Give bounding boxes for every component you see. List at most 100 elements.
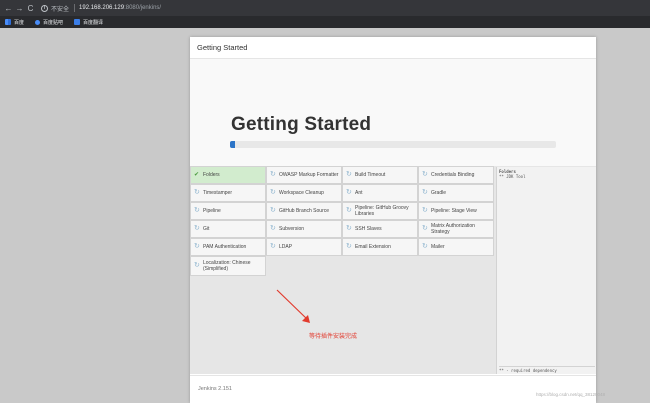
plugin-item: ↻ Pipeline: GitHub Groovy Libraries	[342, 202, 418, 220]
plugin-install-area: ✔ Folders ↻ OWASP Markup Formatter ↻ Build Ti…	[190, 166, 596, 374]
plugin-item: ↻ Localization: Chinese (Simplified)	[190, 256, 266, 276]
plugin-name: SSH Slaves	[355, 226, 382, 232]
page-title: Getting Started	[231, 114, 372, 135]
plugin-name: Subversion	[279, 226, 305, 232]
install-log-pane[interactable]: Folders ** JDK Tool ** - required depend…	[496, 167, 596, 374]
apps-grid-icon	[5, 19, 11, 25]
checkmark-icon: ✔	[194, 172, 200, 178]
plugin-item: ✔ Folders	[190, 166, 266, 184]
bookmark-label: 百度翻译	[83, 19, 104, 26]
info-icon: i	[41, 4, 48, 12]
install-progress-fill	[230, 141, 235, 148]
url-host: 192.168.206.129	[79, 5, 125, 11]
log-legend: ** - required dependency	[499, 366, 595, 373]
plugin-item: ↻ Workspace Cleanup	[266, 184, 342, 202]
plugin-item: ↻ Ant	[342, 184, 418, 202]
plugin-name: Pipeline	[203, 208, 221, 214]
spinner-icon: ↻	[270, 171, 276, 178]
bookmarks-bar: 百度 百度贴吧 百度翻译	[0, 16, 650, 28]
watermark: https://blog.csdn.net/qq_38120048	[536, 392, 606, 397]
plugin-item: ↻ Mailer	[418, 238, 494, 256]
url-divider	[74, 4, 76, 12]
spinner-icon: ↻	[422, 225, 428, 232]
security-indicator[interactable]: i 不安全	[41, 4, 69, 13]
plugin-name: Build Timeout	[355, 172, 386, 178]
insecure-label: 不安全	[51, 6, 70, 13]
plugin-item: ↻ Timestamper	[190, 184, 266, 202]
spinner-icon: ↻	[194, 207, 200, 214]
plugin-name: Email Extension	[355, 244, 391, 250]
spinner-icon: ↻	[270, 207, 276, 214]
spinner-icon: ↻	[346, 207, 352, 214]
plugin-item: ↻ Build Timeout	[342, 166, 418, 184]
plugin-item: ↻ GitHub Branch Source	[266, 202, 342, 220]
plugin-name: Ant	[355, 190, 363, 196]
plugin-name: Credentials Binding	[431, 172, 475, 178]
bookmark-label: 百度	[14, 19, 25, 26]
bookmark-baidu[interactable]: 百度	[5, 19, 24, 26]
plugin-name: Git	[203, 226, 210, 232]
plugin-item: ↻ LDAP	[266, 238, 342, 256]
plugin-name: OWASP Markup Formatter	[279, 172, 339, 178]
back-arrow-icon[interactable]: ←	[3, 0, 14, 16]
plugin-item: ↻ Subversion	[266, 220, 342, 238]
spinner-icon: ↻	[346, 189, 352, 196]
spinner-icon: ↻	[270, 243, 276, 250]
log-line: ** JDK Tool	[499, 174, 526, 179]
reload-icon[interactable]: C	[25, 0, 36, 16]
plugin-name: Folders	[203, 172, 220, 178]
spinner-icon: ↻	[194, 225, 200, 232]
spinner-icon: ↻	[270, 225, 276, 232]
plugin-name: Mailer	[431, 244, 445, 250]
url-field[interactable]: 192.168.206.129:8080/jenkins/	[79, 5, 161, 11]
plugin-name: Pipeline: GitHub Groovy Libraries	[355, 205, 409, 217]
plugin-name: Workspace Cleanup	[279, 190, 324, 196]
plugin-name: PAM Authentication	[203, 244, 247, 250]
plugin-name: Localization: Chinese (Simplified)	[203, 260, 251, 272]
plugin-name: GitHub Branch Source	[279, 208, 330, 214]
spinner-icon: ↻	[194, 262, 200, 269]
translate-icon	[74, 19, 81, 25]
spinner-icon: ↻	[422, 171, 428, 178]
plugin-item: ↻ Credentials Binding	[418, 166, 494, 184]
plugin-item: ↻ OWASP Markup Formatter	[266, 166, 342, 184]
panel-header: Getting Started	[190, 37, 596, 59]
plugin-item: ↻ SSH Slaves	[342, 220, 418, 238]
plugin-name: Matrix Authorization Strategy	[431, 223, 475, 235]
url-path: :8080/jenkins/	[124, 5, 162, 11]
plugin-name: Pipeline: Stage View	[431, 208, 477, 214]
spinner-icon: ↻	[194, 189, 200, 196]
spinner-icon: ↻	[194, 243, 200, 250]
bookmark-baidu-translate[interactable]: 百度翻译	[74, 19, 103, 26]
spinner-icon: ↻	[422, 189, 428, 196]
bookmark-label: 百度贴吧	[43, 19, 64, 26]
plugin-item: ↻ Matrix Authorization Strategy	[418, 220, 494, 238]
plugin-item: ↻ Email Extension	[342, 238, 418, 256]
annotation-arrow-icon	[276, 289, 310, 323]
forward-arrow-icon[interactable]: →	[14, 0, 25, 16]
spinner-icon: ↻	[422, 207, 428, 214]
plugin-item: ↻ PAM Authentication	[190, 238, 266, 256]
hero-section: Getting Started	[190, 59, 596, 166]
spinner-icon: ↻	[346, 225, 352, 232]
install-progress-bar	[230, 141, 556, 148]
plugin-name: Timestamper	[203, 190, 232, 196]
spinner-icon: ↻	[422, 243, 428, 250]
plugin-item: ↻ Gradle	[418, 184, 494, 202]
plugin-item: ↻ Pipeline: Stage View	[418, 202, 494, 220]
panel-header-title: Getting Started	[197, 43, 248, 52]
plugin-name: Gradle	[431, 190, 447, 196]
baidu-paw-icon	[35, 19, 41, 25]
plugin-item: ↻ Git	[190, 220, 266, 238]
panel-footer: Jenkins 2.151	[190, 375, 596, 403]
setup-wizard-panel: Getting Started Getting Started ✔ Folders…	[190, 37, 596, 403]
spinner-icon: ↻	[346, 243, 352, 250]
browser-address-bar: ← → C i 不安全 192.168.206.129:8080/jenkins…	[0, 0, 650, 16]
plugin-name: LDAP	[279, 244, 293, 250]
bookmark-baidu-tieba[interactable]: 百度贴吧	[35, 19, 63, 26]
plugin-item: ↻ Pipeline	[190, 202, 266, 220]
jenkins-version: Jenkins 2.151	[198, 386, 232, 392]
spinner-icon: ↻	[270, 189, 276, 196]
spinner-icon: ↻	[346, 171, 352, 178]
annotation-text: 等待插件安装完成	[309, 334, 358, 340]
